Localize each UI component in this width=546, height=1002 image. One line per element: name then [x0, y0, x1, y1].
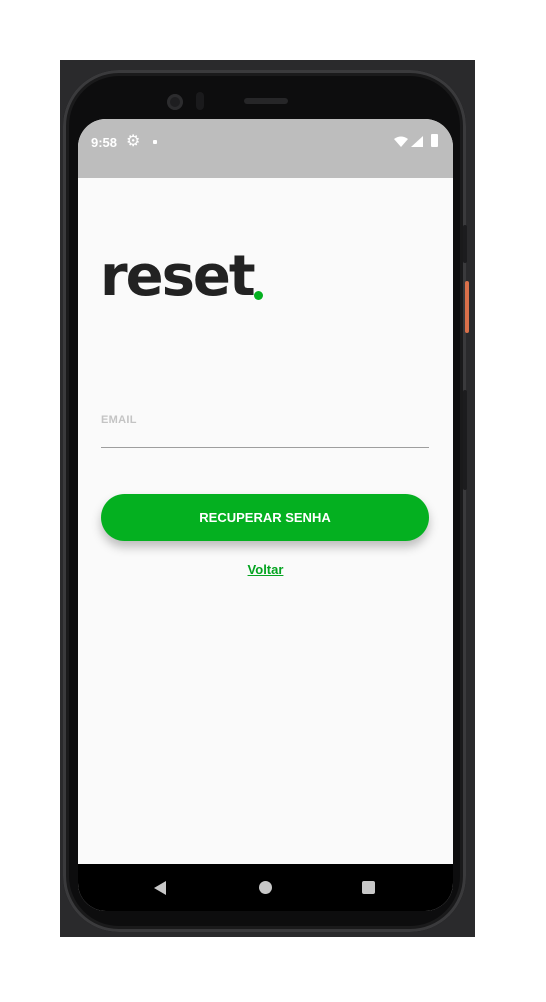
gear-icon: ⚙: [126, 133, 141, 150]
side-rail: [463, 390, 467, 490]
status-time: 9:58: [91, 135, 118, 150]
signal-icon: [411, 136, 423, 147]
app-screen: 9:58 ⚙ reset EMAIL RECUPERAR SENHA Volta…: [78, 119, 453, 911]
volume-button: [463, 225, 467, 263]
home-icon[interactable]: [259, 881, 272, 894]
recents-icon[interactable]: [362, 881, 375, 894]
battery-icon: [431, 134, 438, 147]
front-camera: [167, 94, 183, 110]
notification-dot-icon: [153, 140, 157, 144]
status-bar: 9:58 ⚙: [78, 119, 453, 178]
email-field[interactable]: [101, 409, 429, 448]
power-button: [465, 281, 469, 333]
back-link[interactable]: Voltar: [78, 562, 453, 577]
app-logo: reset: [100, 244, 256, 309]
wifi-icon: [394, 136, 408, 147]
earpiece-speaker: [244, 98, 288, 104]
navigation-bar: [78, 864, 453, 911]
logo-dot: [254, 291, 263, 300]
proximity-sensor: [196, 92, 204, 110]
back-icon[interactable]: [154, 881, 166, 895]
recover-password-button[interactable]: RECUPERAR SENHA: [101, 494, 429, 541]
